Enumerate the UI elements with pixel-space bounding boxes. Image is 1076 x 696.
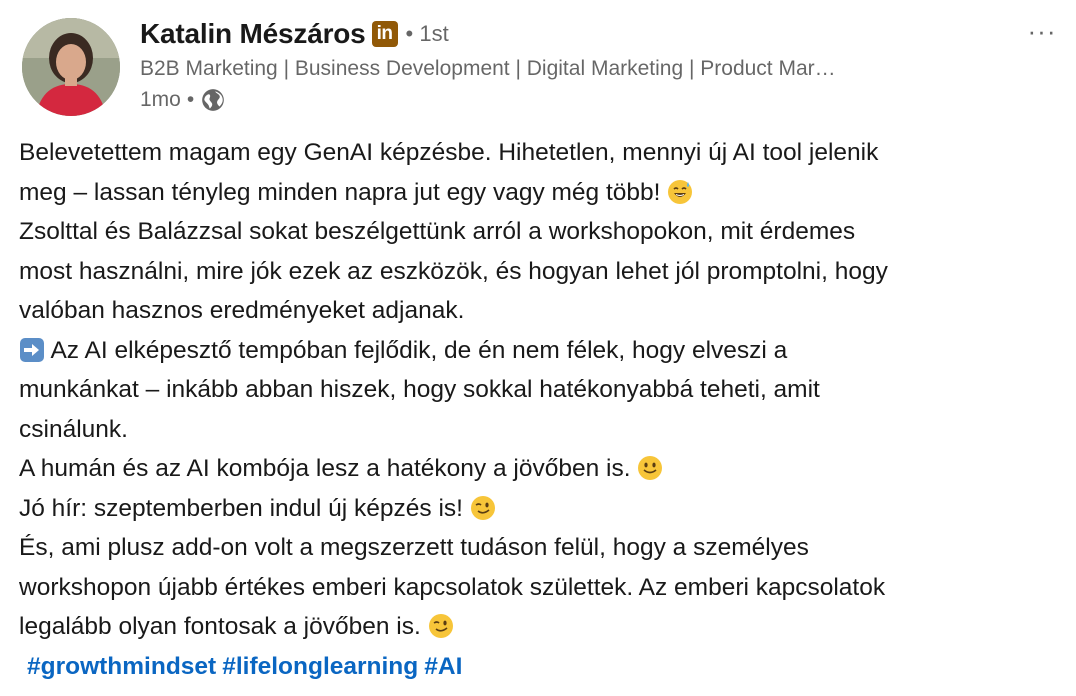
hashtag-link[interactable]: #AI — [424, 653, 462, 680]
degree-separator: • — [405, 21, 414, 46]
post-text: És, ami plusz add-on volt a megszerzett … — [19, 534, 809, 561]
post-line: És, ami plusz add-on volt a megszerzett … — [19, 528, 1069, 568]
post-line: meg – lassan tényleg minden napra jut eg… — [19, 173, 1069, 213]
hashtag-link[interactable]: #lifelonglearning — [222, 653, 418, 680]
post-text: legalább olyan fontosak a jövőben is. — [19, 613, 421, 640]
post-line: workshopon újabb értékes emberi kapcsola… — [19, 568, 1069, 608]
linkedin-premium-icon: in — [371, 21, 398, 47]
post-text: Jó hír: szeptemberben indul új képzés is… — [19, 494, 463, 522]
wink-emoji — [428, 612, 454, 638]
avatar[interactable] — [22, 18, 120, 116]
post-text: munkánkat – inkább abban hiszek, hogy so… — [19, 376, 820, 403]
more-options-button[interactable]: ··· — [1020, 14, 1064, 48]
hashtag-row: #growthmindset #lifelonglearning #AI — [19, 647, 1069, 687]
post-line: legalább olyan fontosak a jövőben is. — [19, 607, 1069, 647]
post-line: valóban hasznos eredményeket adjanak. — [19, 291, 1069, 331]
post-line: munkánkat – inkább abban hiszek, hogy so… — [19, 370, 1069, 410]
hashtag-link[interactable]: #growthmindset — [27, 653, 216, 680]
post-line: most használni, mire jók ezek az eszközö… — [19, 252, 1069, 292]
right-arrow-emoji — [19, 336, 45, 362]
post-line: A humán és az AI kombója lesz a hatékony… — [19, 449, 1069, 489]
post-text: Zsolttal és Balázzsal sokat beszélgettün… — [19, 218, 856, 245]
post-text: workshopon újabb értékes emberi kapcsola… — [19, 573, 886, 601]
post-line: csinálunk. — [19, 410, 1069, 450]
name-row: Katalin Mészáros in • 1st — [140, 14, 1000, 54]
author-headline[interactable]: B2B Marketing | Business Development | D… — [140, 54, 1000, 84]
post-text: Belevetettem magam egy GenAI képzésbe. H… — [19, 139, 879, 166]
connection-degree: • 1st — [406, 21, 449, 47]
post-text: Az AI elképesztő tempóban fejlődik, de é… — [50, 336, 788, 364]
post-line: Belevetettem magam egy GenAI képzésbe. H… — [19, 133, 1069, 173]
post-line: Jó hír: szeptemberben indul új képzés is… — [19, 489, 1069, 529]
wink-emoji — [470, 494, 496, 520]
degree-label: 1st — [419, 21, 449, 46]
meta-separator: • — [186, 88, 195, 111]
post-header: Katalin Mészáros in • 1st B2B Marketing … — [140, 14, 1000, 116]
feed-post: Katalin Mészáros in • 1st B2B Marketing … — [0, 0, 1076, 696]
post-line: Az AI elképesztő tempóban fejlődik, de é… — [19, 331, 1069, 371]
post-text: csinálunk. — [19, 415, 128, 443]
post-time[interactable]: 1mo — [140, 88, 181, 112]
grinning-sweat-emoji — [667, 178, 693, 204]
slight-smile-emoji — [637, 454, 663, 480]
globe-icon — [200, 87, 226, 113]
post-text: most használni, mire jók ezek az eszközö… — [19, 257, 888, 285]
post-text: meg – lassan tényleg minden napra jut eg… — [19, 178, 661, 206]
post-text: valóban hasznos eredményeket adjanak. — [19, 297, 465, 324]
author-name[interactable]: Katalin Mészáros — [140, 18, 366, 50]
post-body: Belevetettem magam egy GenAI képzésbe. H… — [19, 133, 1069, 686]
post-meta: 1mo • — [140, 84, 1000, 116]
post-line: Zsolttal és Balázzsal sokat beszélgettün… — [19, 212, 1069, 252]
post-text: A humán és az AI kombója lesz a hatékony… — [19, 455, 631, 482]
